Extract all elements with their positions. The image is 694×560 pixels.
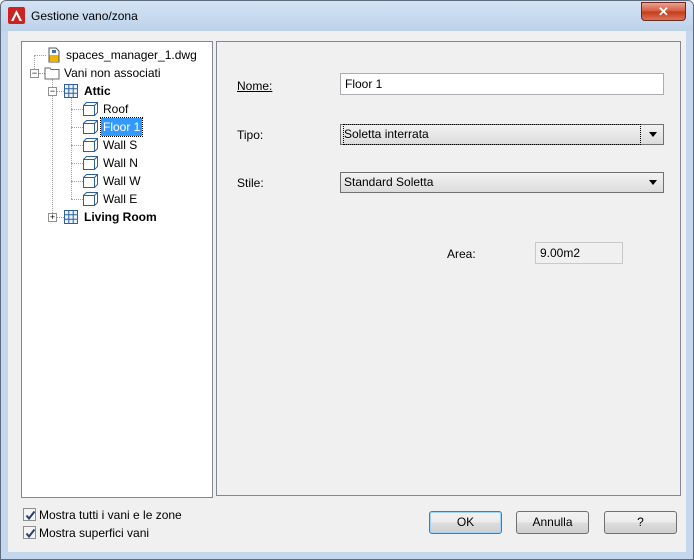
surface-icon: [83, 156, 98, 170]
help-button[interactable]: ?: [604, 511, 677, 534]
tree-item-label: Floor 1: [99, 117, 144, 137]
tree-connector: [71, 199, 83, 200]
autocad-app-icon: [8, 7, 25, 24]
chevron-down-icon: [649, 132, 657, 137]
tree-connector: [34, 55, 46, 56]
tree-item-label: Wall S: [103, 138, 138, 152]
tree-item-label: Wall E: [103, 192, 138, 206]
area-label: Area:: [447, 247, 476, 261]
tree-connector: [71, 109, 83, 110]
dialog-client-area: spaces_manager_1.dwg − Vani non associat…: [8, 31, 686, 552]
tree-connector: [71, 145, 83, 146]
surface-icon: [83, 174, 98, 188]
show-surfaces-label: Mostra superfici vani: [39, 526, 150, 540]
expand-icon[interactable]: +: [48, 213, 57, 222]
cancel-button[interactable]: Annulla: [516, 511, 589, 534]
tree-connector: [56, 91, 64, 92]
tipo-selected-value: Soletta interrata: [343, 124, 641, 145]
space-grid-icon: [64, 84, 78, 98]
checkmark-icon: [25, 510, 36, 521]
tree-item-label: spaces_manager_1.dwg: [66, 48, 197, 62]
title-bar[interactable]: Gestione vano/zona ✕: [1, 1, 693, 31]
tree-connector: [71, 127, 83, 128]
tree-item-label: Roof: [103, 102, 129, 116]
collapse-icon[interactable]: −: [48, 87, 57, 96]
space-grid-icon: [64, 210, 78, 224]
surface-icon: [83, 120, 98, 134]
space-tree-view[interactable]: spaces_manager_1.dwg − Vani non associat…: [21, 41, 213, 498]
checkmark-icon: [25, 528, 36, 539]
tipo-label: Tipo:: [237, 128, 264, 142]
close-button[interactable]: ✕: [641, 2, 686, 21]
chevron-down-icon: [649, 180, 657, 185]
collapse-icon[interactable]: −: [30, 69, 39, 78]
tree-item-label: Wall N: [103, 156, 138, 170]
tree-item-label: Wall W: [103, 174, 141, 188]
stile-selected-value: Standard Soletta: [344, 175, 434, 189]
stile-label: Stile:: [237, 176, 264, 190]
tree-connector: [71, 181, 83, 182]
stile-dropdown[interactable]: Standard Soletta: [340, 172, 664, 193]
surface-icon: [83, 102, 98, 116]
tree-connector: [52, 79, 53, 217]
nome-label: Nome:: [237, 79, 273, 93]
folder-icon: [44, 67, 60, 80]
tree-item-label: Attic: [84, 84, 111, 98]
close-icon: ✕: [658, 4, 669, 19]
window-title: Gestione vano/zona: [31, 9, 138, 23]
nome-input[interactable]: Floor 1: [340, 73, 664, 95]
tree-item-label: Living Room: [84, 210, 157, 224]
tipo-dropdown[interactable]: Soletta interrata: [340, 124, 664, 145]
properties-panel: Nome: Floor 1 Tipo: Soletta interrata St…: [216, 41, 681, 496]
tree-connector: [56, 217, 64, 218]
surface-icon: [83, 138, 98, 152]
dialog-window: Gestione vano/zona ✕ spaces_manager_1.dw…: [0, 0, 694, 560]
ok-button[interactable]: OK: [429, 511, 502, 534]
area-value: 9.00m2: [535, 242, 623, 264]
show-surfaces-checkbox[interactable]: [23, 526, 36, 539]
tree-item-label: Vani non associati: [64, 66, 161, 80]
show-all-spaces-checkbox[interactable]: [23, 508, 36, 521]
surface-icon: [83, 192, 98, 206]
tree-connector: [71, 97, 72, 199]
dwg-file-icon: [48, 47, 60, 63]
show-all-spaces-label: Mostra tutti i vani e le zone: [39, 508, 182, 522]
tree-connector: [71, 163, 83, 164]
